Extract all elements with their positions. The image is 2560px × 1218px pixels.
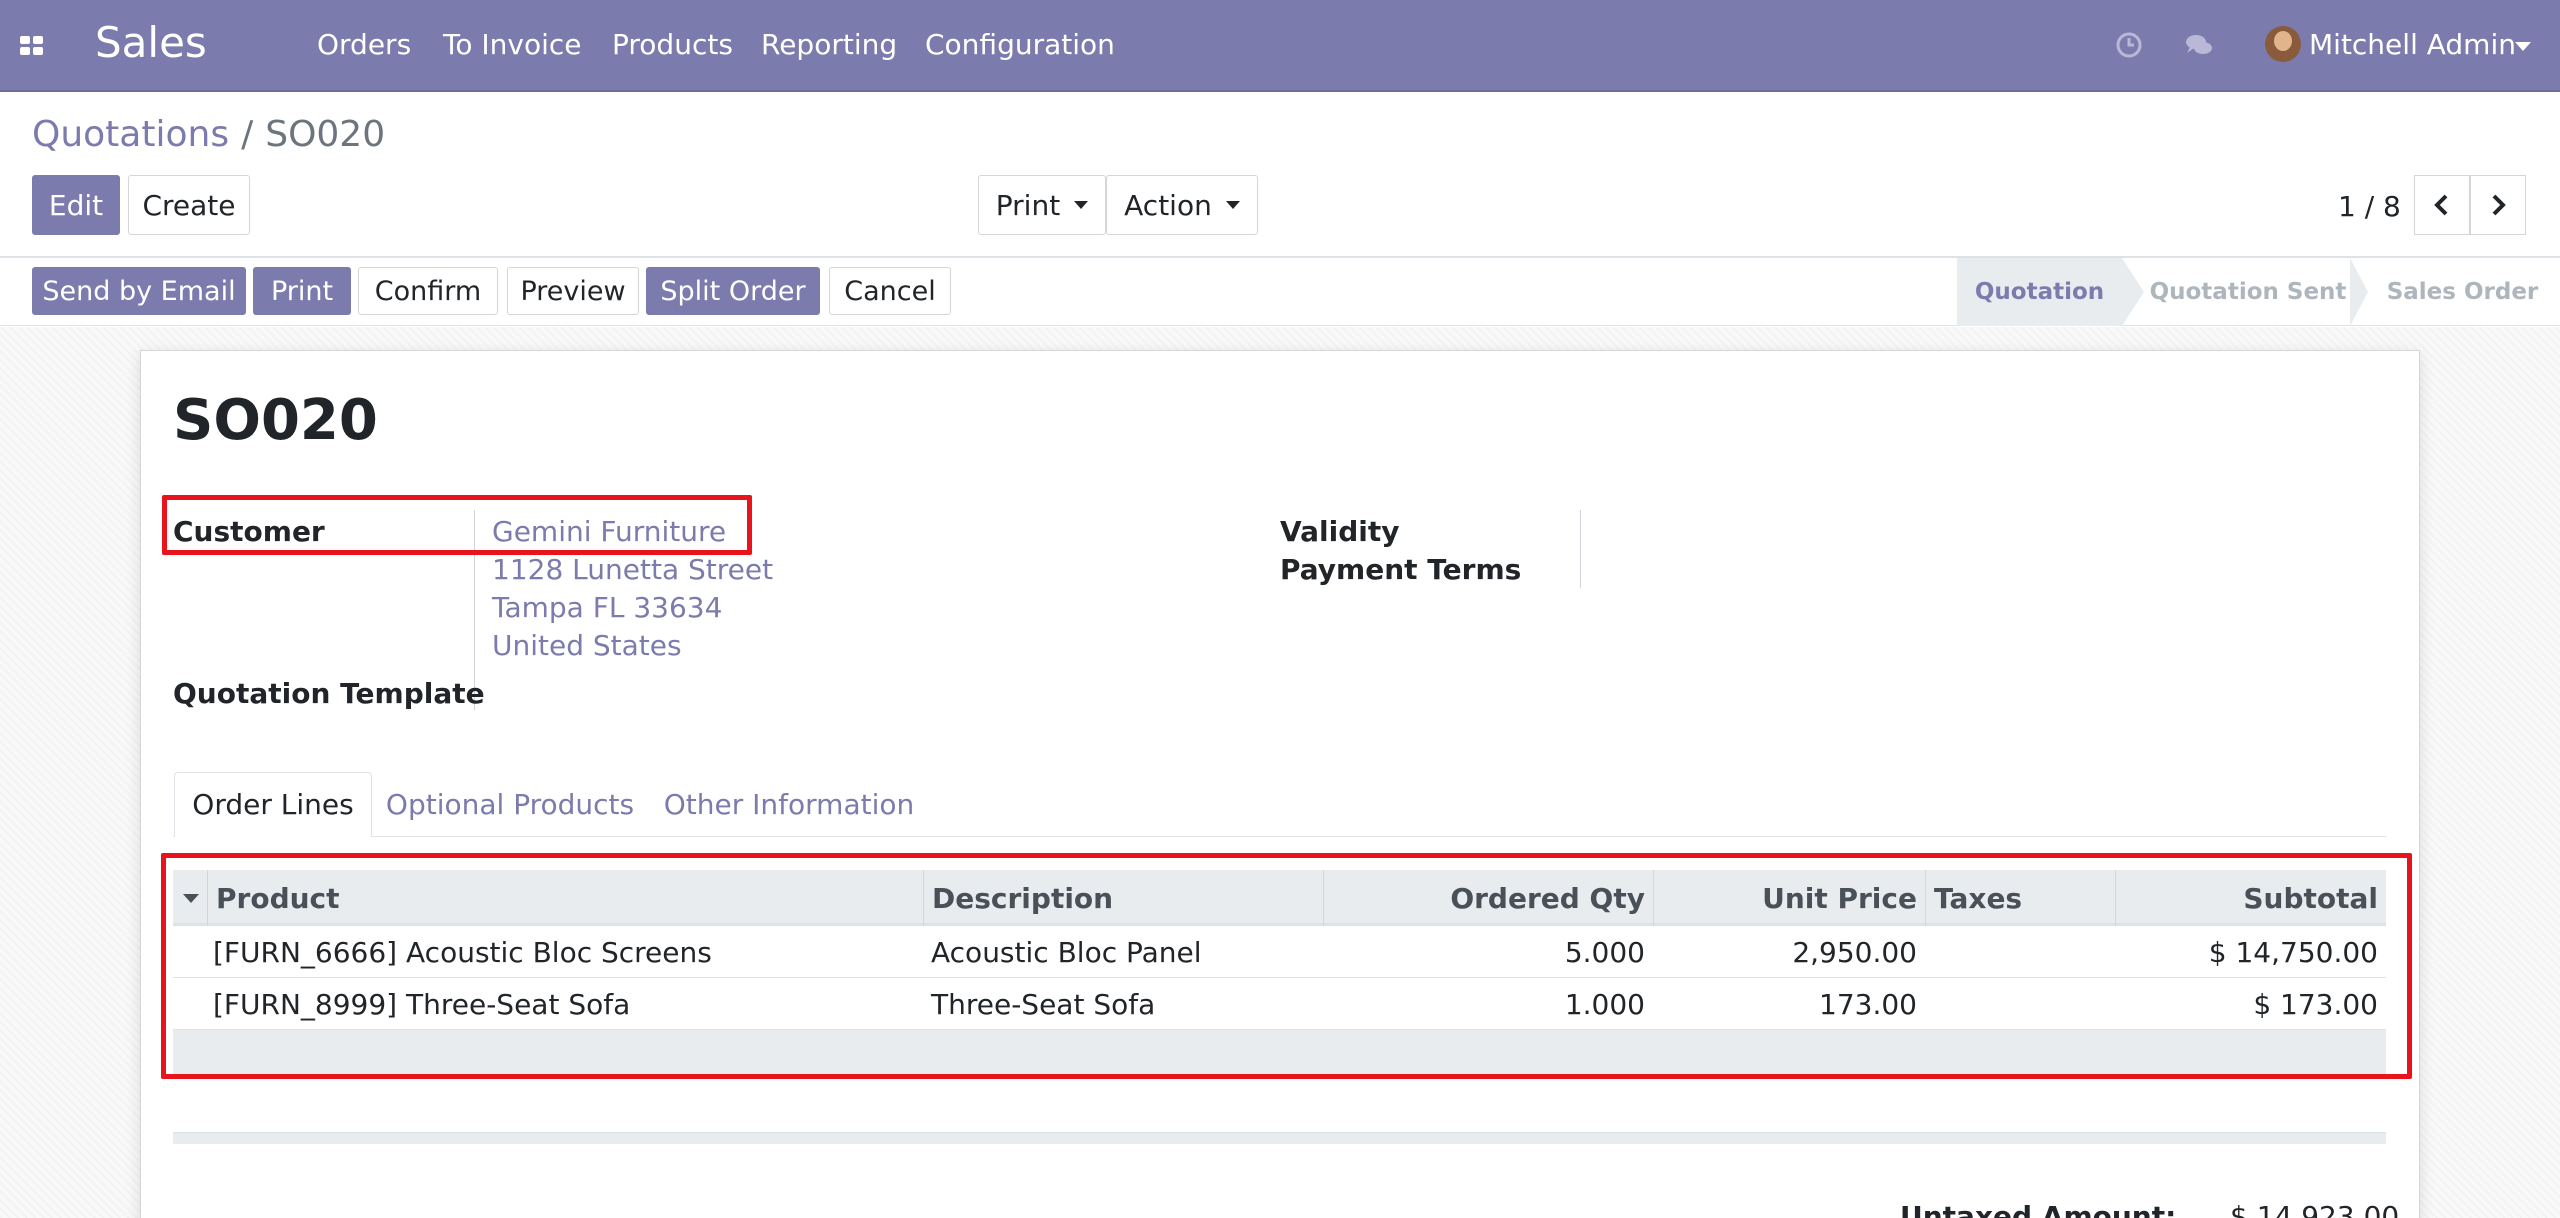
edit-button[interactable]: Edit <box>32 175 120 235</box>
create-button[interactable]: Create <box>128 175 250 235</box>
customer-highlight-box <box>162 495 752 555</box>
breadcrumb-separator: / <box>241 114 254 155</box>
confirm-button[interactable]: Confirm <box>358 267 498 315</box>
apps-menu-icon[interactable] <box>20 36 44 56</box>
print-dropdown-label: Print <box>995 188 1061 222</box>
order-title: SO020 <box>173 388 378 453</box>
breadcrumb-quotations[interactable]: Quotations <box>32 114 229 155</box>
breadcrumb: Quotations / SO020 <box>32 114 385 155</box>
field-separator <box>1580 510 1581 588</box>
send-by-email-button[interactable]: Send by Email <box>32 267 246 315</box>
section-divider <box>173 1132 2386 1144</box>
app-name[interactable]: Sales <box>95 18 207 67</box>
stage-arrow <box>2350 258 2368 326</box>
caret-down-icon <box>1225 201 1240 209</box>
menu-products[interactable]: Products <box>612 28 733 61</box>
chat-messages-icon[interactable] <box>2184 30 2214 60</box>
stage-quotation[interactable]: Quotation <box>1957 258 2122 326</box>
chevron-left-icon <box>2434 194 2448 216</box>
pager-value[interactable]: 1 / 8 <box>2338 190 2401 223</box>
preview-button[interactable]: Preview <box>507 267 639 315</box>
pager-next-button[interactable] <box>2470 175 2526 235</box>
split-order-button[interactable]: Split Order <box>646 267 820 315</box>
print-dropdown[interactable]: Print <box>978 175 1106 235</box>
action-dropdown-label: Action <box>1124 188 1212 222</box>
menu-configuration[interactable]: Configuration <box>925 28 1115 61</box>
validity-label: Validity <box>1280 515 1400 548</box>
menu-reporting[interactable]: Reporting <box>761 28 897 61</box>
customer-address-line-1[interactable]: 1128 Lunetta Street <box>492 553 773 586</box>
clock-activity-icon[interactable] <box>2114 30 2144 60</box>
pager-previous-button[interactable] <box>2414 175 2470 235</box>
breadcrumb-current: SO020 <box>265 114 386 155</box>
customer-address-line-3[interactable]: United States <box>492 629 682 662</box>
print-button[interactable]: Print <box>253 267 351 315</box>
order-lines-highlight-box <box>161 853 2412 1079</box>
untaxed-amount-value: $ 14,923.00 <box>2230 1200 2400 1218</box>
chevron-down-icon <box>2515 42 2531 51</box>
menu-to-invoice[interactable]: To Invoice <box>443 28 581 61</box>
avatar <box>2265 26 2301 62</box>
stage-sales-order[interactable]: Sales Order <box>2370 258 2555 326</box>
customer-address-line-2[interactable]: Tampa FL 33634 <box>492 591 722 624</box>
user-name: Mitchell Admin <box>2309 28 2516 61</box>
tab-optional-products[interactable]: Optional Products <box>380 772 640 837</box>
menu-orders[interactable]: Orders <box>317 28 411 61</box>
chevron-right-icon <box>2492 194 2506 216</box>
quotation-template-label: Quotation Template <box>173 677 485 710</box>
payment-terms-label: Payment Terms <box>1280 553 1522 586</box>
tab-other-information[interactable]: Other Information <box>648 772 930 837</box>
untaxed-amount-label: Untaxed Amount: <box>1900 1200 2177 1218</box>
cancel-button[interactable]: Cancel <box>829 267 951 315</box>
stage-quotation-sent[interactable]: Quotation Sent <box>2148 258 2348 326</box>
tab-order-lines[interactable]: Order Lines <box>174 772 372 837</box>
action-dropdown[interactable]: Action <box>1106 175 1258 235</box>
caret-down-icon <box>1074 201 1089 209</box>
top-navbar: Sales Orders To Invoice Products Reporti… <box>0 0 2560 92</box>
stage-arrow <box>2122 258 2144 326</box>
